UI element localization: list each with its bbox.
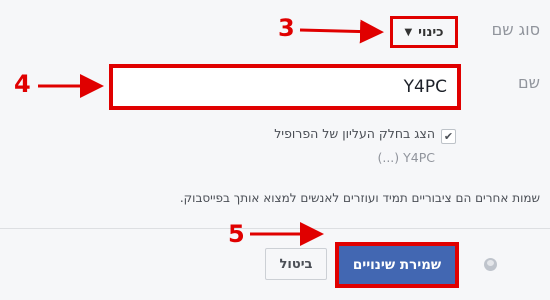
- annotation-arrows: [38, 19, 384, 246]
- arrow-3: [299, 19, 384, 44]
